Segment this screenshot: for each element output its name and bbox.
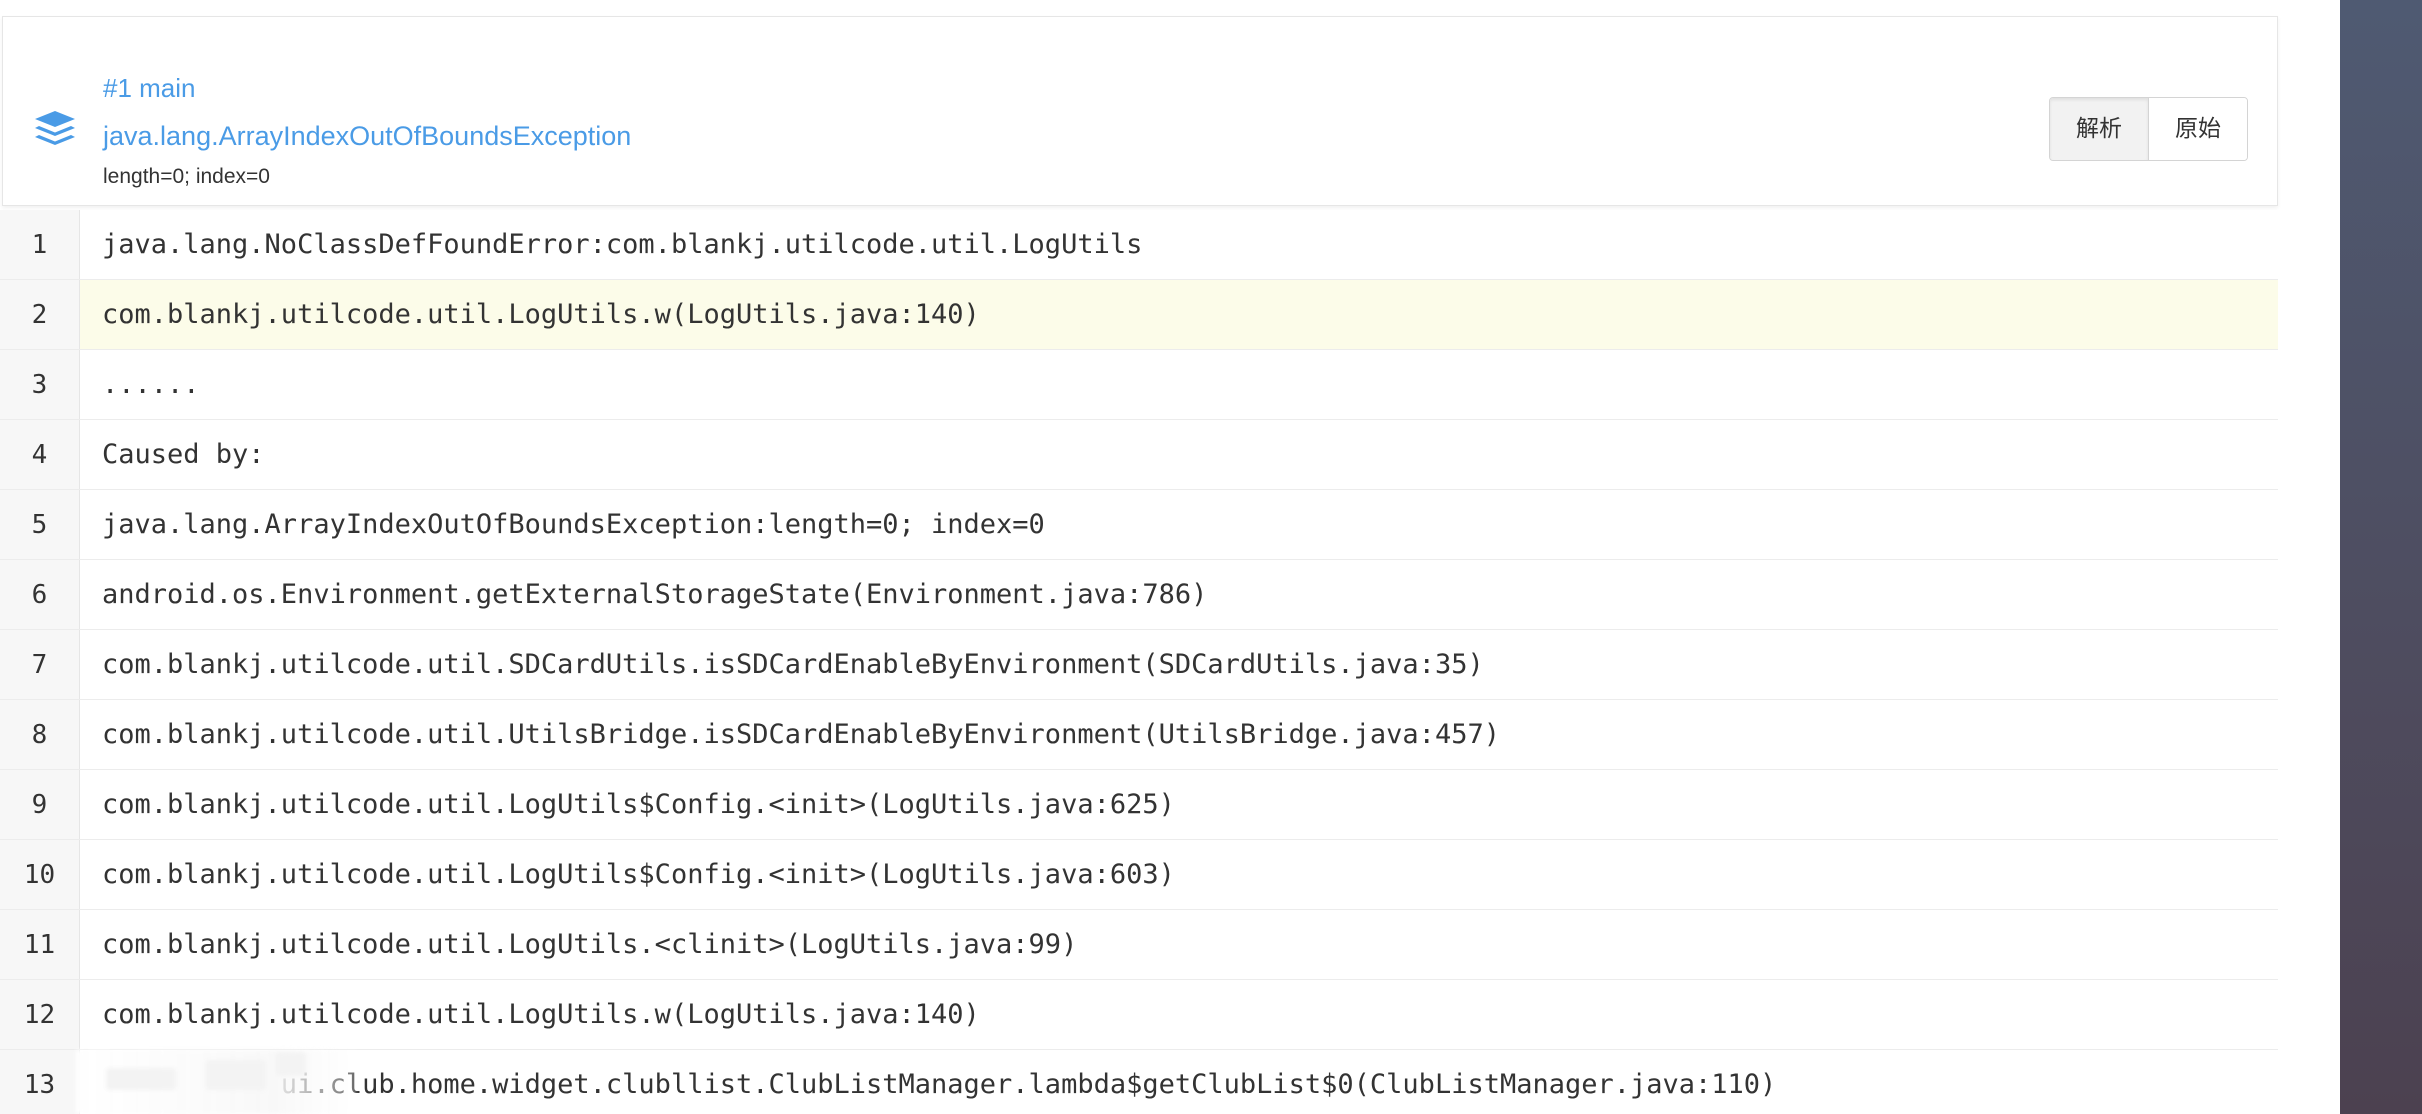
- background-panel: [2340, 0, 2422, 1114]
- exception-header: #1 main java.lang.ArrayIndexOutOfBoundsE…: [2, 16, 2278, 206]
- line-number: 1: [0, 210, 80, 279]
- line-text: com.blankj.utilcode.util.LogUtils.<clini…: [102, 929, 1078, 960]
- stacktrace-row-highlighted: 2 com.blankj.utilcode.util.LogUtils.w(Lo…: [0, 280, 2278, 350]
- line-number: 4: [0, 420, 80, 489]
- line-text: com.blankj.utilcode.util.LogUtils.w(LogU…: [102, 999, 980, 1030]
- raw-view-button[interactable]: 原始: [2148, 98, 2247, 160]
- line-number: 3: [0, 350, 80, 419]
- view-mode-toggle: 解析 原始: [2049, 97, 2248, 161]
- line-text: java.lang.ArrayIndexOutOfBoundsException…: [102, 509, 1045, 540]
- line-text: ......: [102, 369, 200, 400]
- stacktrace-row: 4 Caused by:: [0, 420, 2278, 490]
- stacktrace-row: 7 com.blankj.utilcode.util.SDCardUtils.i…: [0, 630, 2278, 700]
- redacted-blur: [76, 1050, 356, 1114]
- layers-icon: [35, 111, 75, 145]
- line-text: android.os.Environment.getExternalStorag…: [102, 579, 1208, 610]
- stacktrace-row: 5 java.lang.ArrayIndexOutOfBoundsExcepti…: [0, 490, 2278, 560]
- stacktrace-row: 3 ......: [0, 350, 2278, 420]
- exception-name: java.lang.ArrayIndexOutOfBoundsException: [103, 121, 632, 151]
- exception-message: length=0; index=0: [103, 165, 270, 188]
- line-text: Caused by:: [102, 439, 265, 470]
- thread-label: #1 main: [103, 73, 196, 103]
- page: #1 main java.lang.ArrayIndexOutOfBoundsE…: [0, 0, 2422, 1114]
- line-text: com.blankj.utilcode.util.UtilsBridge.isS…: [102, 719, 1500, 750]
- stacktrace-row: 12 com.blankj.utilcode.util.LogUtils.w(L…: [0, 980, 2278, 1050]
- line-text: java.lang.NoClassDefFoundError:com.blank…: [102, 229, 1143, 260]
- parsed-view-button[interactable]: 解析: [2050, 98, 2148, 160]
- crash-detail-card: #1 main java.lang.ArrayIndexOutOfBoundsE…: [0, 0, 2280, 1114]
- stacktrace-list: 1 java.lang.NoClassDefFoundError:com.bla…: [0, 210, 2278, 1114]
- stacktrace-row: 1 java.lang.NoClassDefFoundError:com.bla…: [0, 210, 2278, 280]
- line-number: 12: [0, 980, 80, 1049]
- line-text: com.blankj.utilcode.util.SDCardUtils.isS…: [102, 649, 1484, 680]
- line-number: 9: [0, 770, 80, 839]
- stacktrace-row: 10 com.blankj.utilcode.util.LogUtils$Con…: [0, 840, 2278, 910]
- stacktrace-row: 8 com.blankj.utilcode.util.UtilsBridge.i…: [0, 700, 2278, 770]
- line-number: 11: [0, 910, 80, 979]
- stacktrace-row: 6 android.os.Environment.getExternalStor…: [0, 560, 2278, 630]
- line-number: 10: [0, 840, 80, 909]
- line-number: 2: [0, 280, 80, 349]
- line-number: 8: [0, 700, 80, 769]
- line-number: 6: [0, 560, 80, 629]
- stacktrace-row: 9 com.blankj.utilcode.util.LogUtils$Conf…: [0, 770, 2278, 840]
- line-text: com.blankj.utilcode.util.LogUtils$Config…: [102, 859, 1175, 890]
- line-number: 5: [0, 490, 80, 559]
- line-number: 7: [0, 630, 80, 699]
- stacktrace-row: 11 com.blankj.utilcode.util.LogUtils.<cl…: [0, 910, 2278, 980]
- line-number: 13: [0, 1050, 80, 1114]
- line-text: com.blankj.utilcode.util.LogUtils.w(LogU…: [102, 299, 980, 330]
- line-text: com.blankj.utilcode.util.LogUtils$Config…: [102, 789, 1175, 820]
